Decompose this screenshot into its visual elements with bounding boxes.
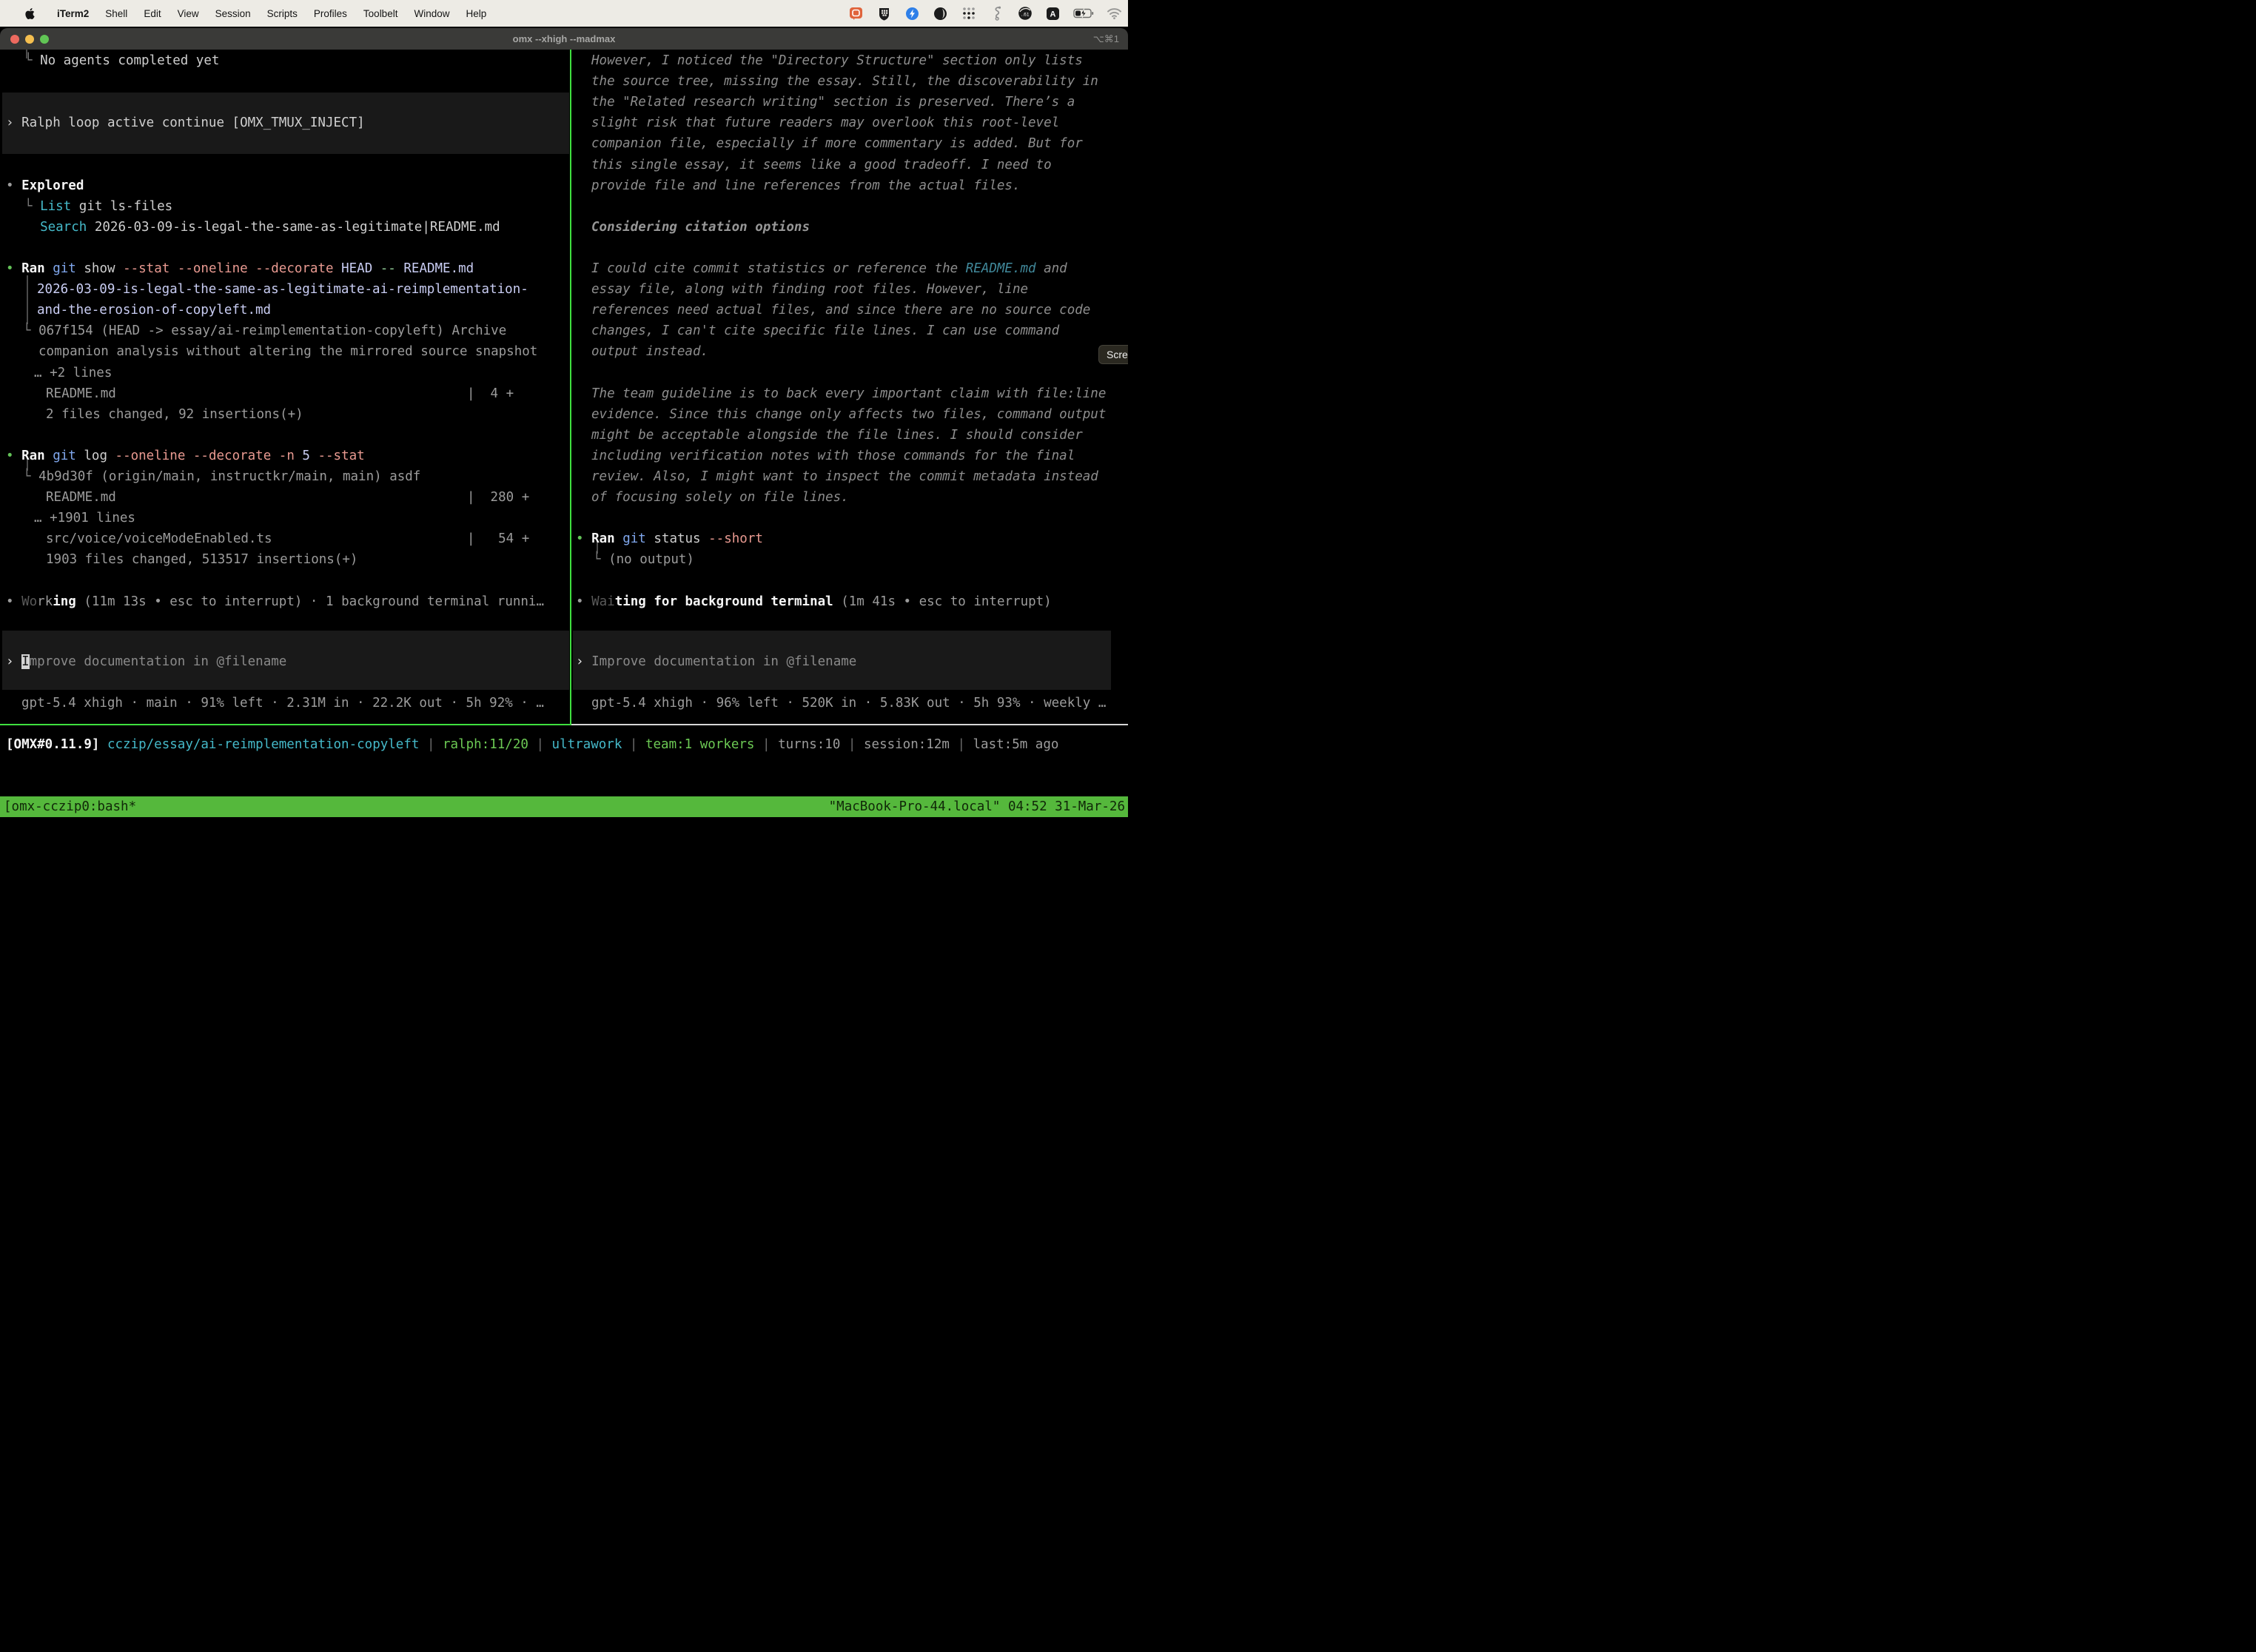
window-shortcut-badge: ⌥⌘1 [1093, 28, 1119, 50]
menu-item-scripts[interactable]: Scripts [259, 8, 306, 19]
reasoning-text: companion file, especially if more comme… [591, 133, 1083, 154]
svg-text:A: A [1050, 10, 1056, 19]
tmux-session-label: [omx-cczip0:bash* [4, 796, 136, 817]
working-status-line: • Working (11m 13s • esc to interrupt) ·… [6, 591, 544, 612]
dark-crescent-app-icon[interactable] [933, 6, 948, 21]
apple-logo-icon [24, 7, 36, 20]
menu-item-window[interactable]: Window [406, 8, 457, 19]
injected-message: › Ralph loop active continue [OMX_TMUX_I… [6, 113, 365, 133]
command-output: companion analysis without altering the … [38, 341, 537, 362]
session-status-left: gpt-5.4 xhigh · main · 91% left · 2.31M … [21, 693, 544, 713]
omx-status-bar: [OMX#0.11.9] cczip/essay/ai-reimplementa… [6, 734, 1058, 755]
menu-item-session[interactable]: Session [207, 8, 259, 19]
menu-item-help[interactable]: Help [457, 8, 494, 19]
reasoning-text: The team guideline is to back every impo… [591, 383, 1106, 404]
command-output-truncated: … +1901 lines [34, 508, 135, 528]
menu-item-profiles[interactable]: Profiles [306, 8, 355, 19]
reasoning-text: references need actual files, and since … [591, 300, 1090, 320]
badge-61-icon[interactable]: ..61 [1017, 6, 1033, 21]
explored-header: • Explored [6, 175, 84, 196]
menu-item-view[interactable]: View [169, 8, 207, 19]
agents-status-line: └ No agents completed yet [24, 50, 219, 71]
menu-item-edit[interactable]: Edit [135, 8, 169, 19]
reasoning-text: might be acceptable alongside the file l… [591, 425, 1083, 446]
reasoning-heading: Considering citation options [591, 217, 810, 238]
command-output-truncated: … +2 lines [34, 363, 112, 383]
command-line-wrap: and-the-erosion-of-copyleft.md [37, 300, 271, 320]
tmux-status-bar: [omx-cczip0:bash* "MacBook-Pro-44.local"… [0, 796, 1128, 817]
diffstat-line: README.md | 4 + [46, 383, 514, 404]
reasoning-text: I could cite commit statistics or refere… [591, 258, 1067, 279]
tmux-host-clock: "MacBook-Pro-44.local" 04:52 31-Mar-26 [829, 796, 1125, 817]
command-output: └ (no output) [593, 549, 694, 570]
command-line: • Ran git status --short [576, 528, 763, 549]
input-source-icon[interactable]: A [1045, 6, 1061, 21]
screen: iTerm2ShellEditViewSessionScriptsProfile… [0, 0, 1128, 826]
menu-item-iterm2[interactable]: iTerm2 [49, 8, 97, 19]
iterm-window: omx --xhigh --madmax ⌥⌘1 └ No agents com… [0, 28, 1128, 826]
menu-bar: iTerm2ShellEditViewSessionScriptsProfile… [0, 0, 1128, 27]
pane-border-active [0, 724, 571, 725]
apple-menu[interactable] [10, 7, 49, 20]
command-output: └ 4b9d30f (origin/main, instructkr/main,… [23, 466, 420, 487]
pane-border-inactive [571, 724, 1128, 725]
menu-item-shell[interactable]: Shell [97, 8, 135, 19]
waiting-status-line: • Waiting for background terminal (1m 41… [576, 591, 1052, 612]
reasoning-text: the source tree, missing the essay. Stil… [591, 71, 1098, 92]
reasoning-text: However, I noticed the "Directory Struct… [591, 50, 1083, 71]
reasoning-text: this single essay, it seems like a good … [591, 155, 1052, 175]
window-title-bar[interactable]: omx --xhigh --madmax ⌥⌘1 [0, 28, 1128, 50]
menu-item-toolbelt[interactable]: Toolbelt [355, 8, 406, 19]
blue-bolt-app-icon[interactable] [904, 6, 920, 21]
session-status-right: gpt-5.4 xhigh · 96% left · 520K in · 5.8… [591, 693, 1106, 713]
terminal-content: └ No agents completed yet › Ralph loop ac… [0, 50, 1128, 826]
battery-charging-icon[interactable] [1073, 6, 1094, 21]
wifi-icon[interactable] [1107, 6, 1122, 21]
reasoning-text: output instead. [591, 341, 708, 362]
shield-grid-icon[interactable] [876, 6, 892, 21]
chat-app-icon[interactable] [848, 6, 864, 21]
reasoning-text: review. Also, I might want to inspect th… [591, 466, 1098, 487]
explored-list-entry: └ List git ls-files [24, 196, 172, 217]
tree-guide-line [27, 275, 28, 324]
command-line: • Ran git show --stat --oneline --decora… [6, 258, 474, 279]
diffstat-line: README.md | 280 + [46, 487, 529, 508]
diffstat-summary: 2 files changed, 92 insertions(+) [46, 404, 303, 425]
command-line: • Ran git log --oneline --decorate -n 5 … [6, 446, 365, 466]
menu-items: iTerm2ShellEditViewSessionScriptsProfile… [0, 7, 494, 20]
diffstat-line: src/voice/voiceModeEnabled.ts | 54 + [46, 528, 529, 549]
squiggle-icon[interactable] [989, 6, 1004, 21]
screen-notification-popup[interactable]: Scre [1098, 345, 1128, 364]
reasoning-text: provide file and line references from th… [591, 175, 1020, 196]
command-line-wrap: 2026-03-09-is-legal-the-same-as-legitima… [37, 279, 528, 300]
command-output: └ 067f154 (HEAD -> essay/ai-reimplementa… [23, 320, 506, 341]
prompt-input-right[interactable]: › Improve documentation in @filename [576, 651, 856, 672]
menu-bar-status-area: ..61 A [848, 0, 1122, 27]
window-title: omx --xhigh --madmax [0, 28, 1128, 50]
explored-search-entry: Search 2026-03-09-is-legal-the-same-as-l… [24, 217, 500, 238]
reasoning-text: the "Related research writing" section i… [591, 92, 1075, 113]
reasoning-text: essay file, along with finding root file… [591, 279, 1028, 300]
reasoning-text: slight risk that future readers may over… [591, 113, 1059, 133]
battery-badge-text: ..61 [1021, 12, 1029, 17]
diffstat-summary: 1903 files changed, 513517 insertions(+) [46, 549, 357, 570]
reasoning-text: changes, I can't cite specific file line… [591, 320, 1059, 341]
pane-divider[interactable] [570, 50, 571, 724]
reasoning-text: of focusing solely on file lines. [591, 487, 849, 508]
reasoning-text: including verification notes with those … [591, 446, 1075, 466]
prompt-input-left[interactable]: › Improve documentation in @filename [6, 651, 286, 672]
reasoning-text: evidence. Since this change only affects… [591, 404, 1106, 425]
dots-grid-icon[interactable] [961, 6, 976, 21]
